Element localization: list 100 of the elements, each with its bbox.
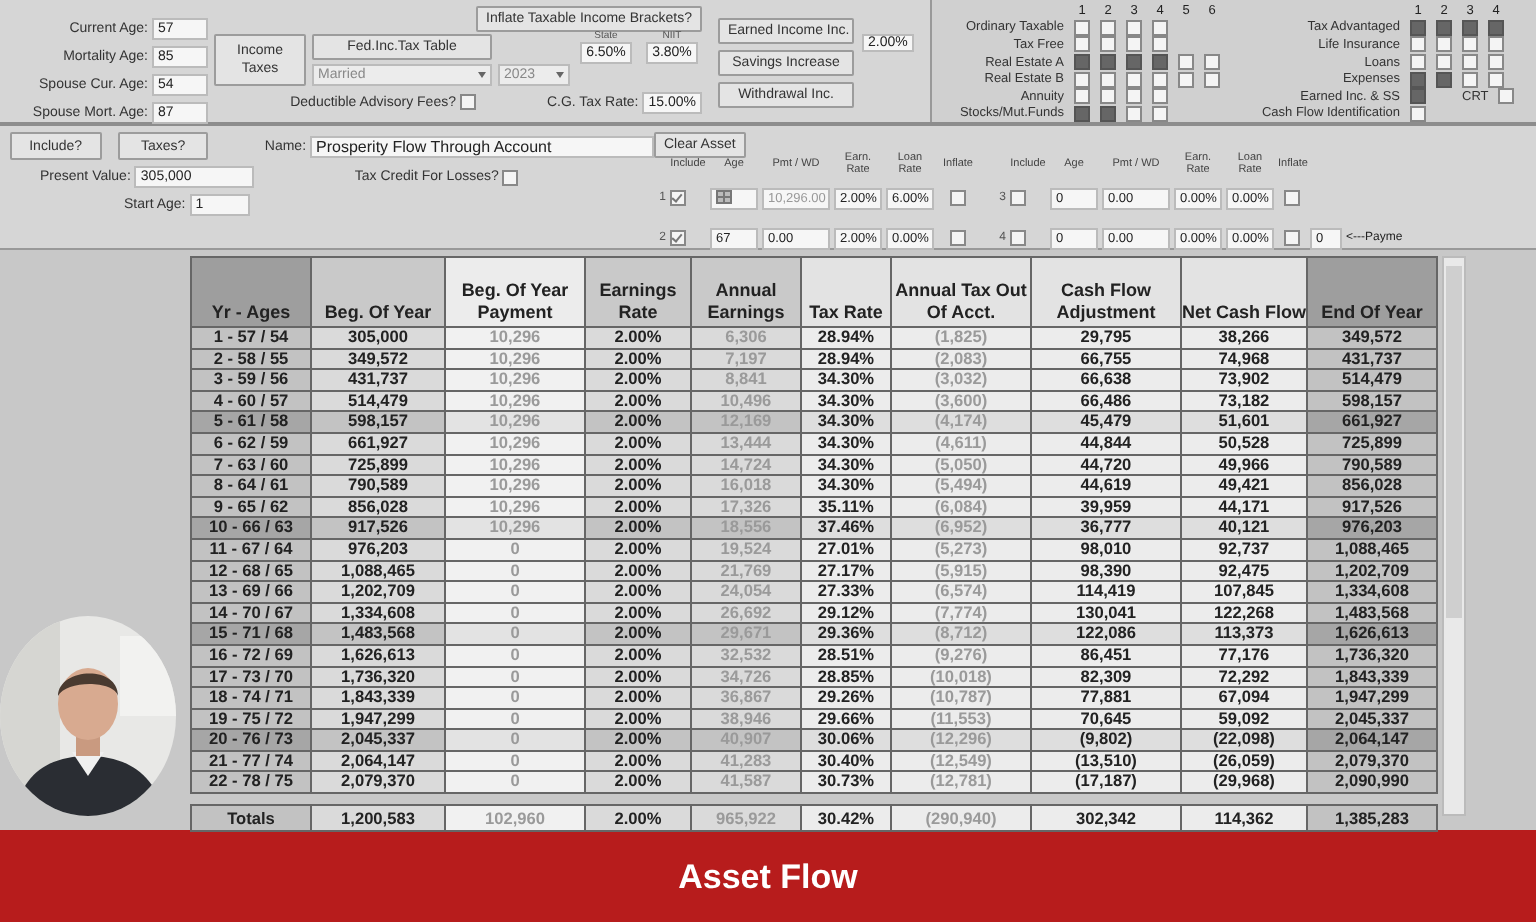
column-header: Earnings Rate [585, 257, 691, 327]
checkbox[interactable] [1410, 88, 1426, 105]
checkbox[interactable] [950, 230, 966, 246]
checkbox[interactable] [1436, 36, 1452, 53]
checkbox[interactable] [502, 169, 519, 185]
table-cell: 14 - 70 / 67 [191, 602, 311, 624]
checkbox[interactable] [950, 190, 966, 206]
checkbox[interactable] [1074, 19, 1090, 36]
table-cell: 16 - 72 / 69 [191, 644, 311, 666]
table-cell: 7 - 63 / 60 [191, 454, 311, 476]
checkbox[interactable] [1152, 88, 1168, 105]
total-cell: 30.42% [801, 805, 891, 832]
checkbox[interactable] [1410, 105, 1426, 122]
column-header: Annual Tax Out Of Acct. [891, 257, 1031, 327]
checkbox[interactable] [1152, 71, 1168, 88]
checkbox[interactable] [1178, 71, 1194, 88]
table-cell: 5 - 61 / 58 [191, 411, 311, 433]
table-cell: 15 - 71 / 68 [191, 623, 311, 645]
checkbox[interactable] [1436, 54, 1452, 71]
checkbox[interactable] [460, 94, 476, 110]
checkbox[interactable] [670, 230, 686, 246]
checkbox[interactable] [1462, 71, 1478, 88]
checkbox[interactable] [1074, 71, 1090, 88]
table-cell: 22 - 78 / 75 [191, 771, 311, 794]
checkbox[interactable] [1488, 19, 1504, 36]
checkbox[interactable] [1074, 36, 1090, 53]
table-cell: 2 - 58 / 55 [191, 348, 311, 370]
checkbox[interactable] [1100, 54, 1116, 71]
checkbox[interactable] [1410, 54, 1426, 71]
total-cell: (290,940) [891, 805, 1031, 832]
table-cell: 12 - 68 / 65 [191, 560, 311, 582]
checkbox[interactable] [1152, 36, 1168, 53]
checkbox[interactable] [1462, 36, 1478, 53]
checkbox[interactable] [1436, 19, 1452, 36]
table-cell: 18 - 74 / 71 [191, 687, 311, 709]
table-cell: 1 - 57 / 54 [191, 327, 311, 349]
checkbox[interactable] [1126, 105, 1142, 122]
column-header: Beg. Of Year Payment [445, 257, 585, 327]
table-cell: 17 - 73 / 70 [191, 666, 311, 688]
checkbox[interactable] [1126, 71, 1142, 88]
caret-icon [478, 71, 486, 77]
checkbox[interactable] [1152, 54, 1168, 71]
checkbox[interactable] [1126, 88, 1142, 105]
checkbox[interactable] [1010, 230, 1026, 246]
table-cell: 19 - 75 / 72 [191, 708, 311, 730]
column-header: Cash Flow Adjustment [1031, 257, 1181, 327]
scrollbar[interactable] [1442, 256, 1466, 816]
checkbox[interactable] [1100, 88, 1116, 105]
column-header: Net Cash Flow [1181, 257, 1307, 327]
table-cell: 11 - 67 / 64 [191, 538, 311, 561]
checkbox[interactable] [1284, 190, 1300, 206]
checkbox[interactable] [1410, 36, 1426, 53]
column-header: Tax Rate [801, 257, 891, 327]
total-cell: 1,200,583 [311, 805, 445, 832]
checkbox[interactable] [1178, 54, 1194, 71]
checkbox[interactable] [1074, 105, 1090, 122]
total-cell: 1,385,283 [1307, 805, 1437, 832]
checkbox[interactable] [1100, 105, 1116, 122]
table-cell: 9 - 65 / 62 [191, 496, 311, 518]
total-cell: 302,342 [1031, 805, 1181, 832]
checkbox[interactable] [1152, 105, 1168, 122]
checkbox[interactable] [1488, 54, 1504, 71]
total-cell: 965,922 [691, 805, 801, 832]
checkbox[interactable] [670, 190, 686, 206]
checkbox[interactable] [1436, 71, 1452, 88]
scrollbar-thumb[interactable] [1446, 266, 1462, 618]
checkbox[interactable] [1462, 54, 1478, 71]
checkbox[interactable] [1074, 88, 1090, 105]
table-cell: 4 - 60 / 57 [191, 390, 311, 412]
caret-icon [556, 71, 564, 77]
checkbox[interactable] [1126, 19, 1142, 36]
checkbox[interactable] [1204, 54, 1220, 71]
checkbox[interactable] [1100, 71, 1116, 88]
checkbox[interactable] [1100, 36, 1116, 53]
checkbox[interactable] [1126, 54, 1142, 71]
name-field[interactable]: Prosperity Flow Through Account [310, 135, 654, 157]
checkbox[interactable] [1074, 54, 1090, 71]
checkbox[interactable] [1126, 36, 1142, 53]
checkbox[interactable] [1410, 71, 1426, 88]
checkbox[interactable] [1204, 71, 1220, 88]
checkbox[interactable] [1152, 19, 1168, 36]
total-cell: 114,362 [1181, 805, 1307, 832]
table-cell: 20 - 76 / 73 [191, 729, 311, 751]
column-header: Annual Earnings [691, 257, 801, 327]
table-cell: 21 - 77 / 74 [191, 750, 311, 772]
checkbox[interactable] [1284, 230, 1300, 246]
checkbox[interactable] [1410, 19, 1426, 36]
checkbox[interactable] [1010, 190, 1026, 206]
table-cell: 13 - 69 / 66 [191, 581, 311, 603]
checkbox[interactable] [1488, 36, 1504, 53]
checkbox[interactable] [1498, 88, 1515, 105]
table-cell: 6 - 62 / 59 [191, 432, 311, 455]
grid-icon [716, 189, 732, 203]
total-cell: Totals [191, 805, 311, 832]
checkbox[interactable] [1462, 19, 1478, 36]
table-cell: 8 - 64 / 61 [191, 475, 311, 497]
total-cell: 102,960 [445, 805, 585, 832]
checkbox[interactable] [1488, 71, 1504, 88]
checkbox[interactable] [1100, 19, 1116, 36]
input-field[interactable] [710, 187, 758, 209]
